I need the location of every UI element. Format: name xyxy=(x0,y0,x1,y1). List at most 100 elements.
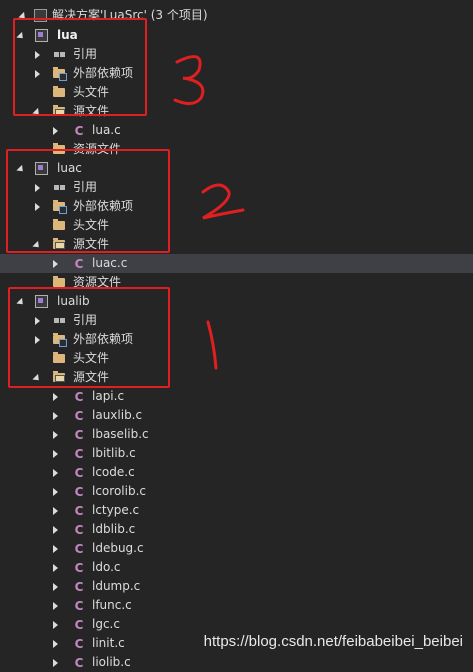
external-deps-node[interactable]: 外部依赖项 xyxy=(0,330,473,349)
file-item-selected[interactable]: C luac.c xyxy=(0,254,473,273)
source-files-label: 源文件 xyxy=(73,237,110,251)
project-icon xyxy=(34,162,48,176)
file-label: lctype.c xyxy=(92,503,140,517)
external-deps-node[interactable]: 外部依赖项 xyxy=(0,197,473,216)
expand-toggle[interactable] xyxy=(50,639,60,649)
expand-toggle[interactable] xyxy=(32,183,42,193)
expand-toggle[interactable] xyxy=(50,449,60,459)
expand-toggle[interactable] xyxy=(50,411,60,421)
expand-toggle[interactable] xyxy=(32,335,42,345)
file-item[interactable]: Clcorolib.c xyxy=(0,482,473,501)
expand-toggle[interactable] xyxy=(50,620,60,630)
file-label: lapi.c xyxy=(92,389,125,403)
file-item[interactable]: Cliolib.c xyxy=(0,653,473,672)
references-label: 引用 xyxy=(73,180,98,194)
file-label: lua.c xyxy=(92,123,121,137)
header-files-node[interactable]: 头文件 xyxy=(0,349,473,368)
c-file-icon: C xyxy=(74,598,84,613)
file-item[interactable]: Clbaselib.c xyxy=(0,425,473,444)
expand-toggle[interactable] xyxy=(32,69,42,79)
file-item[interactable]: Cldebug.c xyxy=(0,539,473,558)
c-file-icon: C xyxy=(74,503,84,518)
collapse-toggle[interactable] xyxy=(32,107,42,118)
project-lua[interactable]: lua xyxy=(0,26,473,45)
collapse-toggle[interactable] xyxy=(32,240,42,251)
project-luac[interactable]: luac xyxy=(0,159,473,178)
resource-files-node[interactable]: 资源文件 xyxy=(0,140,473,159)
project-icon xyxy=(34,29,48,43)
expand-toggle[interactable] xyxy=(50,506,60,516)
file-item[interactable]: Clgc.c xyxy=(0,615,473,634)
source-files-label: 源文件 xyxy=(73,370,110,384)
file-label: lcode.c xyxy=(92,465,135,479)
file-item[interactable]: Cldo.c xyxy=(0,558,473,577)
external-deps-node[interactable]: 外部依赖项 xyxy=(0,64,473,83)
file-item[interactable]: Clauxlib.c xyxy=(0,406,473,425)
file-label: lauxlib.c xyxy=(92,408,143,422)
expand-toggle[interactable] xyxy=(50,658,60,668)
c-file-icon: C xyxy=(74,541,84,556)
source-files-node[interactable]: 源文件 xyxy=(0,235,473,254)
references-label: 引用 xyxy=(73,47,98,61)
project-label: luac xyxy=(57,161,82,175)
expand-toggle[interactable] xyxy=(50,430,60,440)
resource-files-label: 资源文件 xyxy=(73,275,122,289)
external-deps-label: 外部依赖项 xyxy=(73,199,134,213)
file-label: luac.c xyxy=(92,256,128,270)
file-item[interactable]: Clapi.c xyxy=(0,387,473,406)
header-files-node[interactable]: 头文件 xyxy=(0,83,473,102)
expand-toggle[interactable] xyxy=(50,487,60,497)
folder-icon xyxy=(52,352,66,366)
header-files-label: 头文件 xyxy=(73,85,110,99)
references-node[interactable]: 引用 xyxy=(0,45,473,64)
file-label: ldo.c xyxy=(92,560,121,574)
references-node[interactable]: 引用 xyxy=(0,311,473,330)
file-item[interactable]: Clcode.c xyxy=(0,463,473,482)
expand-toggle[interactable] xyxy=(32,202,42,212)
expand-toggle[interactable] xyxy=(50,563,60,573)
file-item[interactable]: Cldump.c xyxy=(0,577,473,596)
expand-toggle[interactable] xyxy=(50,525,60,535)
expand-toggle[interactable] xyxy=(32,50,42,60)
project-lualib[interactable]: lualib xyxy=(0,292,473,311)
solution-root[interactable]: 解决方案'LuaSrc' (3 个项目) xyxy=(0,6,473,25)
source-folder-icon xyxy=(52,371,66,385)
header-files-node[interactable]: 头文件 xyxy=(0,216,473,235)
expand-toggle[interactable] xyxy=(50,582,60,592)
expand-toggle[interactable] xyxy=(50,468,60,478)
c-file-icon: C xyxy=(74,560,84,575)
expand-toggle[interactable] xyxy=(50,544,60,554)
resource-files-label: 资源文件 xyxy=(73,142,122,156)
expand-toggle[interactable] xyxy=(50,392,60,402)
file-label: liolib.c xyxy=(92,655,131,669)
expand-toggle[interactable] xyxy=(50,601,60,611)
expand-toggle[interactable] xyxy=(50,126,60,136)
c-file-icon: C xyxy=(74,636,84,651)
file-item[interactable]: Cldblib.c xyxy=(0,520,473,539)
file-item[interactable]: C lua.c xyxy=(0,121,473,140)
collapse-toggle[interactable] xyxy=(32,373,42,384)
source-files-node[interactable]: 源文件 xyxy=(0,368,473,387)
header-files-label: 头文件 xyxy=(73,351,110,365)
expand-toggle[interactable] xyxy=(50,259,60,269)
source-folder-icon xyxy=(52,238,66,252)
header-files-label: 头文件 xyxy=(73,218,110,232)
project-icon xyxy=(34,295,48,309)
file-item[interactable]: Clctype.c xyxy=(0,501,473,520)
source-files-node[interactable]: 源文件 xyxy=(0,102,473,121)
file-item[interactable]: Clbitlib.c xyxy=(0,444,473,463)
c-file-icon: C xyxy=(74,655,84,670)
collapse-toggle[interactable] xyxy=(16,31,26,42)
external-deps-label: 外部依赖项 xyxy=(73,332,134,346)
references-icon xyxy=(52,48,66,62)
file-item[interactable]: Clfunc.c xyxy=(0,596,473,615)
collapse-toggle[interactable] xyxy=(16,297,26,308)
solution-label: 解决方案'LuaSrc' (3 个项目) xyxy=(52,8,208,22)
expand-toggle[interactable] xyxy=(32,316,42,326)
resource-files-node[interactable]: 资源文件 xyxy=(0,273,473,292)
c-file-icon: C xyxy=(74,522,84,537)
references-label: 引用 xyxy=(73,313,98,327)
collapse-toggle[interactable] xyxy=(18,11,28,22)
collapse-toggle[interactable] xyxy=(16,164,26,175)
references-node[interactable]: 引用 xyxy=(0,178,473,197)
